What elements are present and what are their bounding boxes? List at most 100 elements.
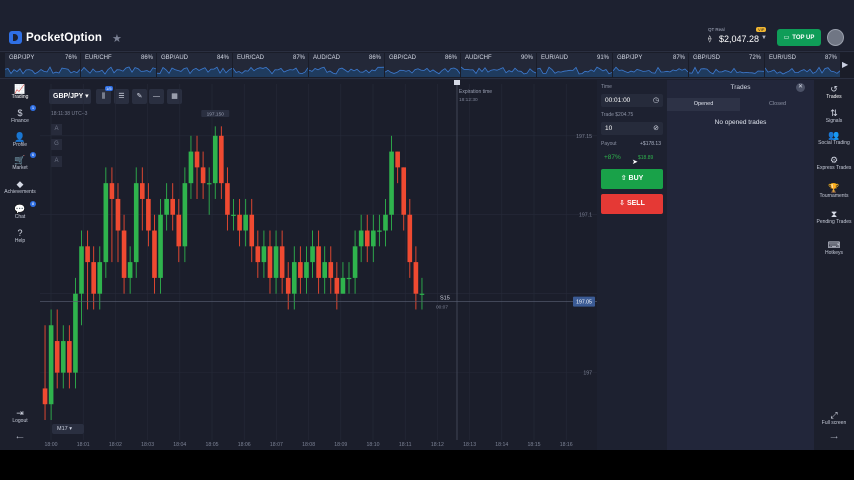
sidebar-item-chat[interactable]: 💬 Chat 8 (0, 201, 40, 220)
right-sidebar: ↺ Trades ⇅ Signals 👥 Social Trading ⚙ Express T… (814, 80, 854, 450)
current-price-value: 197.05 (576, 300, 592, 306)
expiration-marker (454, 80, 460, 85)
candle-body (164, 198, 169, 215)
timeframe-selector[interactable]: M17 ▾ (52, 424, 84, 434)
tab-closed[interactable]: Closed (741, 98, 814, 111)
sidebar-item-achievements[interactable]: ◆ Achievements (0, 179, 40, 195)
bottom-letterbox (0, 450, 854, 480)
ticker-pair: EUR/USD (769, 55, 797, 61)
ticker-sparkline (81, 66, 156, 77)
top-bar: PocketOption ★ QT Real ⟠ $2,047.28 VIP ▼… (0, 0, 854, 50)
trade-amount-field[interactable]: 10 ⊘ (601, 122, 663, 135)
x-tick-label: 18:07 (270, 442, 283, 448)
x-tick-label: 18:12 (431, 442, 444, 448)
ticker-item[interactable]: GBP/JPY 76% (5, 53, 80, 77)
candle-body (273, 246, 279, 278)
ticker-percent: 91% (596, 55, 609, 61)
sidebar-item-label: Finance (11, 118, 29, 124)
sidebar-item-label: Help (14, 238, 26, 244)
trades-panel: Trades ✕ Opened Closed No opened trades (667, 80, 814, 450)
sidebar-item-express-trades[interactable]: ⚙ Express Trades (814, 155, 854, 171)
sidebar-item-full-screen[interactable]: ⤢ Full screen (814, 410, 854, 426)
ticker-percent: 76% (64, 55, 77, 61)
buy-button[interactable]: ⇧ BUY (601, 169, 663, 189)
time-value: 00:01:00 (605, 97, 631, 104)
tab-opened[interactable]: Opened (667, 98, 740, 111)
sidebar-item-tournaments[interactable]: 🏆 Tournaments (814, 183, 854, 199)
history-icon: ↺ (830, 84, 838, 94)
ticker-item[interactable]: AUD/CHF 90% (461, 53, 536, 77)
ticker-pair: EUR/CHF (85, 55, 112, 61)
diamond-icon: ◆ (16, 179, 24, 189)
ticker-item[interactable]: GBP/USD 72% (689, 53, 764, 77)
sidebar-item-social-trading[interactable]: 👥 Social Trading (814, 130, 854, 146)
sidebar-item-pending-trades[interactable]: ⧗ Pending Trades (814, 209, 854, 225)
trades-title: Trades (730, 84, 751, 91)
payout-label: Payout (601, 141, 617, 147)
chart-area[interactable]: GBP/JPY ▾ ⫼ 1/5 ☰ ✎ — ▦ 18:11:38 UTC+3 A… (40, 80, 597, 450)
candle-body (310, 246, 315, 263)
x-tick-label: 18:13 (463, 442, 476, 448)
candle-body (60, 341, 66, 373)
ticker-item[interactable]: EUR/AUD 91% (537, 53, 612, 77)
sidebar-item-market[interactable]: 🛒 Market 6 (0, 152, 40, 171)
notification-badge: 6 (30, 152, 36, 158)
time-field[interactable]: 00:01:00 ◷ (601, 94, 663, 107)
ticker-pair: EUR/AUD (541, 55, 569, 61)
collapse-arrow-icon[interactable]: ⟵ (0, 435, 40, 441)
chevron-right-icon[interactable]: ▶ (842, 60, 848, 69)
currency-switch-icon[interactable]: ⊘ (653, 122, 659, 135)
sidebar-item-logout[interactable]: ⇥ Logout (0, 408, 40, 424)
ticker-item[interactable]: EUR/CHF 86% (81, 53, 156, 77)
sidebar-item-hotkeys[interactable]: ⌨ Hotkeys (814, 240, 854, 256)
close-icon[interactable]: ✕ (796, 83, 805, 92)
clock-icon[interactable]: ◷ (653, 94, 659, 107)
candle-body (115, 198, 121, 231)
x-tick-label: 18:06 (238, 442, 251, 448)
sidebar-item-finance[interactable]: $ Finance 1 (0, 105, 40, 124)
arrow-down-icon: ⇩ (619, 200, 626, 207)
signal-icon: ⇅ (830, 108, 838, 118)
ticker-item[interactable]: GBP/CAD 86% (385, 53, 460, 77)
candle-body (97, 262, 103, 294)
sidebar-item-trades[interactable]: ↺ Trades (814, 84, 854, 100)
ticker-percent: 86% (140, 55, 153, 61)
sidebar-item-label: Tournaments (819, 193, 849, 199)
candle-body (255, 246, 261, 263)
sell-button[interactable]: ⇩ SELL (601, 194, 663, 214)
ticker-item[interactable]: AUD/CAD 86% (309, 53, 384, 77)
candle-body (79, 246, 84, 294)
x-tick-label: 18:03 (141, 442, 154, 448)
candle-body (48, 325, 54, 405)
sidebar-item-profile[interactable]: 👤 Profile (0, 132, 40, 148)
chevron-down-icon: ▼ (761, 35, 767, 41)
ticker-percent: 72% (748, 55, 761, 61)
candle-body (67, 341, 72, 373)
expand-arrow-icon[interactable]: ⟶ (814, 435, 854, 441)
top-up-button[interactable]: ▭ TOP UP (777, 29, 821, 46)
candle-body (109, 183, 115, 199)
favorite-star-icon[interactable]: ★ (112, 32, 122, 45)
avatar[interactable] (827, 29, 844, 46)
left-sidebar: 📈 Trading $ Finance 1 👤 Profile 🛒 Market 6 ◆ Achiev… (0, 80, 40, 450)
ticker-percent: 87% (292, 55, 305, 61)
ticker-item[interactable]: GBP/JPY 87% (613, 53, 688, 77)
payout-value: +$178.13 (640, 141, 661, 147)
candle-body (407, 214, 413, 263)
sidebar-item-label: Achievements (4, 189, 36, 195)
balance-amount: $2,047.28 (719, 34, 760, 44)
mouse-cursor-icon: ➤ (632, 159, 638, 166)
ticker-item[interactable]: GBP/AUD 84% (157, 53, 232, 77)
sidebar-item-help[interactable]: ? Help (0, 228, 40, 244)
ticker-item[interactable]: EUR/USD 87% (765, 53, 840, 77)
ticker-item[interactable]: EUR/CAD 87% (233, 53, 308, 77)
sidebar-item-signals[interactable]: ⇅ Signals (814, 108, 854, 124)
y-tick-label: 197.15 (576, 134, 592, 140)
express-icon: ⚙ (829, 155, 839, 165)
ticker-percent: 87% (824, 55, 837, 61)
candle-body (279, 246, 285, 278)
notification-badge: 1 (30, 105, 36, 111)
account-type: QT Real (708, 27, 725, 32)
sidebar-item-trading[interactable]: 📈 Trading (0, 84, 40, 100)
brand-logo[interactable]: PocketOption (9, 31, 102, 44)
